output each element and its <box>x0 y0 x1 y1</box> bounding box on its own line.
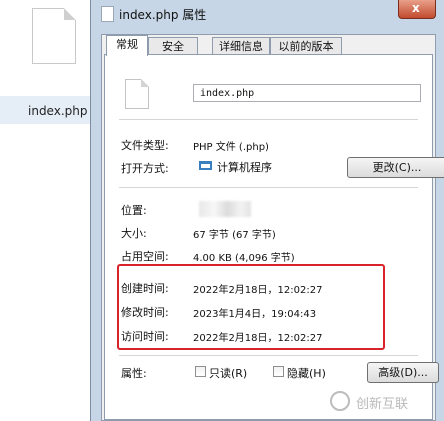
file-type-icon <box>125 79 149 109</box>
watermark-logo-icon <box>330 391 350 411</box>
size-label: 大小: <box>121 227 147 240</box>
divider <box>119 187 418 188</box>
open-with-label: 打开方式: <box>121 162 169 175</box>
created-label: 创建时间: <box>121 282 169 295</box>
file-icon[interactable] <box>32 8 76 64</box>
hidden-label[interactable]: 隐藏(H) <box>287 365 326 381</box>
created-value: 2022年2月18日，12:02:27 <box>193 285 323 296</box>
divider <box>119 355 418 356</box>
readonly-label[interactable]: 只读(R) <box>209 365 247 381</box>
explorer-file-label: index.php <box>28 104 88 118</box>
accessed-value: 2022年2月18日，12:02:27 <box>193 333 323 344</box>
tab-previous-versions[interactable]: 以前的版本 <box>270 37 342 54</box>
modified-label: 修改时间: <box>121 306 169 319</box>
size-value: 67 字节 (67 字节) <box>193 230 276 241</box>
file-type-value: PHP 文件 (.php) <box>193 142 269 153</box>
properties-dialog: index.php 属性 x 常规 安全 详细信息 以前的版本 index.ph… <box>90 0 444 421</box>
document-icon <box>101 6 114 22</box>
watermark-text: 创新互联 <box>356 397 409 412</box>
explorer-file-item[interactable]: index.php <box>0 96 92 124</box>
explorer-pane: index.php <box>0 0 92 421</box>
divider <box>119 119 418 120</box>
title-bar[interactable]: index.php 属性 x <box>91 0 444 28</box>
location-value-redacted <box>199 201 251 217</box>
open-with-value: 计算机程序 <box>217 161 272 174</box>
file-name-field[interactable]: index.php <box>193 84 421 102</box>
disk-size-value: 4.00 KB (4,096 字节) <box>193 253 295 264</box>
disk-size-label: 占用空间: <box>121 250 169 263</box>
application-icon <box>199 161 212 170</box>
advanced-button[interactable]: 高级(D)... <box>367 362 439 383</box>
change-button[interactable]: 更改(C)... <box>347 157 444 178</box>
modified-value: 2023年1月4日，19:04:43 <box>193 309 317 320</box>
file-type-label: 文件类型: <box>121 139 169 152</box>
tab-details[interactable]: 详细信息 <box>212 37 270 54</box>
readonly-checkbox[interactable] <box>195 366 206 377</box>
dialog-body: 常规 安全 详细信息 以前的版本 index.php 文件类型: PHP 文件 … <box>101 34 444 421</box>
location-label: 位置: <box>121 204 147 217</box>
window-title: index.php 属性 <box>119 8 207 22</box>
accessed-label: 访问时间: <box>121 330 169 343</box>
tab-security[interactable]: 安全 <box>148 37 198 54</box>
tab-general[interactable]: 常规 <box>106 35 148 56</box>
watermark: 创新互联 <box>330 389 440 415</box>
general-tab-page: index.php 文件类型: PHP 文件 (.php) 打开方式: 计算机程… <box>104 54 444 420</box>
hidden-checkbox[interactable] <box>273 366 284 377</box>
attributes-label: 属性: <box>121 367 147 380</box>
close-button[interactable]: x <box>398 0 436 19</box>
close-icon: x <box>412 1 420 15</box>
